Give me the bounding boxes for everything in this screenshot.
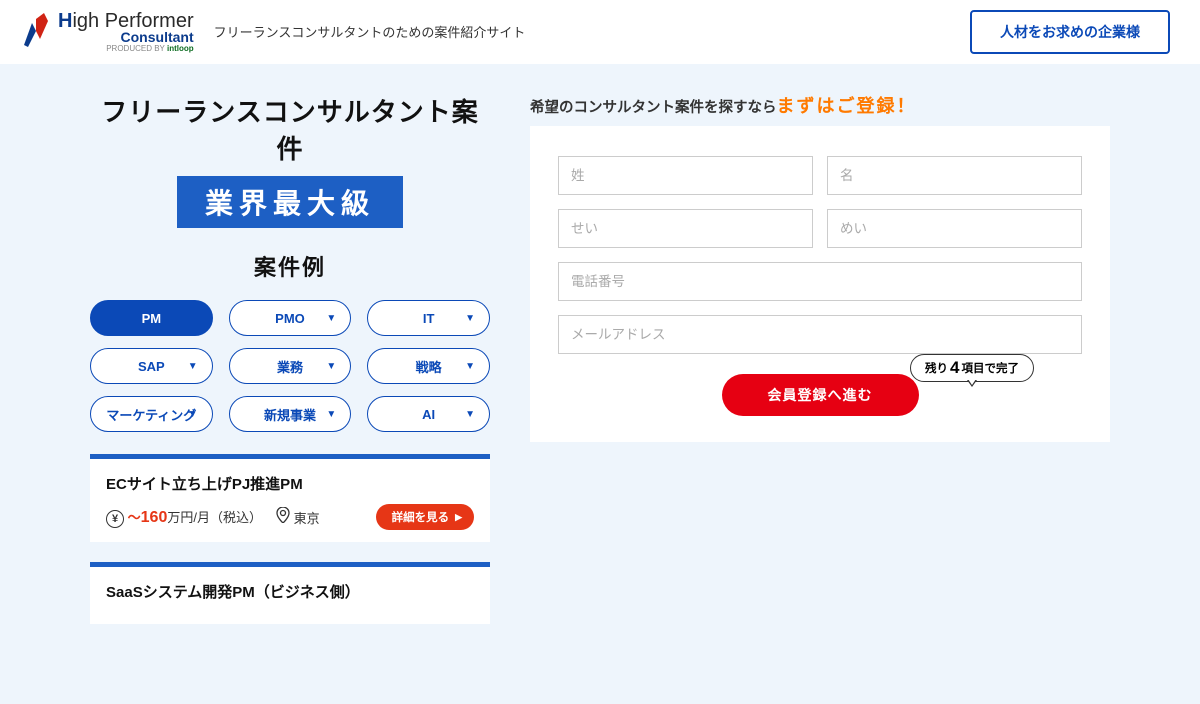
- job-list: ECサイト立ち上げPJ推進PM ¥ 〜160万円/月（税込） 東京 詳細を見る▶ Sa…: [90, 454, 490, 624]
- chevron-down-icon: ▼: [188, 361, 198, 372]
- category-it[interactable]: IT▼: [367, 300, 490, 336]
- register-submit-button[interactable]: 会員登録へ進む: [722, 374, 919, 416]
- corporate-button[interactable]: 人材をお求めの企業様: [970, 10, 1170, 54]
- register-lead: 希望のコンサルタント案件を探すならまずはご登録！: [530, 92, 1110, 118]
- job-detail-button[interactable]: 詳細を見る▶: [376, 504, 474, 530]
- category-ai[interactable]: AI▼: [367, 396, 490, 432]
- job-title: ECサイト立ち上げPJ推進PM: [106, 473, 474, 494]
- hero-badge: 業界最大級: [177, 176, 403, 228]
- site-header: High Performer Consultant PRODUCED BY in…: [0, 0, 1200, 64]
- category-pmo[interactable]: PMO▼: [229, 300, 352, 336]
- chevron-down-icon: ▼: [188, 409, 198, 420]
- job-card: ECサイト立ち上げPJ推進PM ¥ 〜160万円/月（税込） 東京 詳細を見る▶: [90, 454, 490, 542]
- hero-title: フリーランスコンサルタント案件: [90, 92, 490, 166]
- logo-wrap: High Performer Consultant PRODUCED BY in…: [20, 11, 525, 53]
- category-sap[interactable]: SAP▼: [90, 348, 213, 384]
- category-grid: PM PMO▼ IT▼ SAP▼ 業務▼ 戦略▼ マーケティング▼ 新規事業▼ AI▼: [90, 300, 490, 432]
- chevron-down-icon: ▼: [326, 361, 336, 372]
- phone-input[interactable]: [558, 262, 1082, 301]
- job-info: ¥ 〜160万円/月（税込） 東京: [106, 507, 320, 528]
- lastname-input[interactable]: [558, 156, 813, 195]
- right-column: 希望のコンサルタント案件を探すならまずはご登録！: [530, 92, 1110, 442]
- category-pm[interactable]: PM: [90, 300, 213, 336]
- logo-mark-icon: [20, 13, 50, 51]
- lastkana-input[interactable]: [558, 209, 813, 248]
- firstkana-input[interactable]: [827, 209, 1082, 248]
- category-新規事業[interactable]: 新規事業▼: [229, 396, 352, 432]
- yen-icon: ¥: [106, 510, 124, 528]
- job-title: SaaSシステム開発PM（ビジネス側）: [106, 581, 474, 602]
- chevron-down-icon: ▼: [326, 313, 336, 324]
- category-戦略[interactable]: 戦略▼: [367, 348, 490, 384]
- category-マーケティング[interactable]: マーケティング▼: [90, 396, 213, 432]
- progress-bubble: 残り 4 項目で完了: [910, 354, 1034, 382]
- firstname-input[interactable]: [827, 156, 1082, 195]
- chevron-down-icon: ▼: [465, 313, 475, 324]
- chevron-down-icon: ▼: [326, 409, 336, 420]
- left-column: フリーランスコンサルタント案件 業界最大級 案件例 PM PMO▼ IT▼ SAP▼ 業…: [90, 92, 490, 644]
- chevron-down-icon: ▼: [465, 361, 475, 372]
- logo-text: High Performer Consultant PRODUCED BY in…: [58, 11, 194, 53]
- site-logo[interactable]: High Performer Consultant PRODUCED BY in…: [20, 11, 194, 53]
- pin-icon: [276, 507, 290, 523]
- category-業務[interactable]: 業務▼: [229, 348, 352, 384]
- chevron-down-icon: ▼: [465, 409, 475, 420]
- examples-heading: 案件例: [90, 250, 490, 282]
- email-input[interactable]: [558, 315, 1082, 354]
- register-form: 残り 4 項目で完了 会員登録へ進む: [530, 126, 1110, 442]
- hero-section: フリーランスコンサルタント案件 業界最大級 案件例 PM PMO▼ IT▼ SAP▼ 業…: [0, 64, 1200, 704]
- triangle-right-icon: ▶: [455, 512, 462, 523]
- job-card: SaaSシステム開発PM（ビジネス側）: [90, 562, 490, 624]
- tagline: フリーランスコンサルタントのための案件紹介サイト: [214, 22, 526, 41]
